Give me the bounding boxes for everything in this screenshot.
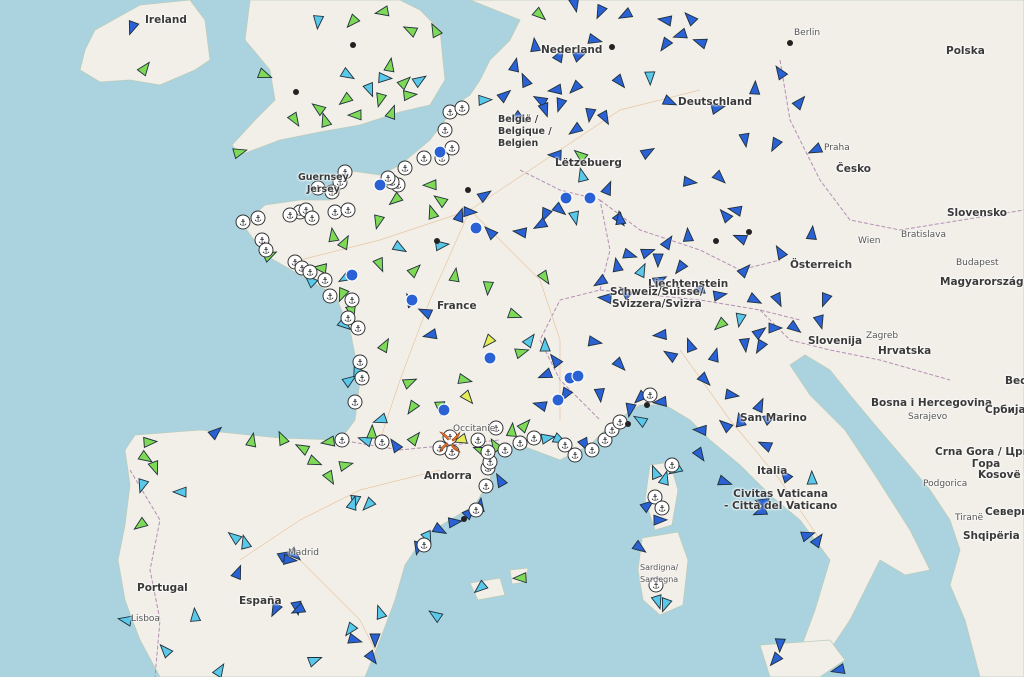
- anchor-glyph-icon: ⚓: [608, 427, 616, 437]
- black-dot-marker[interactable]: [350, 42, 356, 48]
- anchor-glyph-icon: ⚓: [314, 185, 322, 195]
- stationary-vessel-marker[interactable]: [405, 293, 419, 307]
- stationary-vessel-marker[interactable]: [469, 221, 483, 235]
- black-dot-marker[interactable]: [713, 238, 719, 244]
- anchor-glyph-icon: ⚓: [484, 449, 492, 459]
- map-viewport[interactable]: ⚓ ⚓ ⚓ ⚓ ⚓ ⚓ ⚓ ⚓ ⚓ ⚓ ⚓ ⚓ ⚓ ⚓ ⚓ ⚓ ⚓ ⚓ ⚓ ⚓ ⚓ ⚓ ⚓ ⚓ ⚓ ⚓ ⚓ ⚓ ⚓ ⚓ ⚓ ⚓ ⚓ ⚓ ⚓ ⚓ ⚓ ⚓ ⚓ ⚓…: [0, 0, 1024, 677]
- anchor-glyph-icon: ⚓: [358, 375, 366, 385]
- anchor-glyph-icon: ⚓: [401, 165, 409, 175]
- anchor-glyph-icon: ⚓: [338, 437, 346, 447]
- stationary-vessel-marker[interactable]: [571, 369, 585, 383]
- anchor-glyph-icon: ⚓: [588, 447, 596, 457]
- anchor-glyph-icon: ⚓: [482, 483, 490, 493]
- anchor-glyph-icon: ⚓: [348, 297, 356, 307]
- balearic-land: [469, 567, 529, 601]
- black-dot-marker[interactable]: [293, 89, 299, 95]
- stationary-vessel-marker[interactable]: [551, 393, 565, 407]
- anchor-glyph-icon: ⚓: [321, 277, 329, 287]
- anchor-glyph-icon: ⚓: [601, 437, 609, 447]
- anchor-glyph-icon: ⚓: [351, 399, 359, 409]
- stationary-vessel-marker[interactable]: [583, 191, 597, 205]
- vessel-arrow-marker[interactable]: [753, 495, 770, 510]
- vessel-arrow-marker[interactable]: [631, 412, 649, 429]
- anchor-glyph-icon: ⚓: [331, 209, 339, 219]
- black-dot-marker[interactable]: [609, 44, 615, 50]
- black-dot-marker[interactable]: [746, 229, 752, 235]
- anchor-glyph-icon: ⚓: [448, 145, 456, 155]
- anchor-glyph-icon: ⚓: [658, 505, 666, 515]
- black-dot-marker[interactable]: [787, 40, 793, 46]
- stationary-vessel-marker[interactable]: [345, 268, 359, 282]
- black-dot-marker[interactable]: [465, 187, 471, 193]
- anchor-glyph-icon: ⚓: [646, 392, 654, 402]
- anchor-glyph-icon: ⚓: [530, 435, 538, 445]
- anchor-glyph-icon: ⚓: [446, 109, 454, 119]
- anchor-glyph-icon: ⚓: [472, 507, 480, 517]
- stationary-vessel-marker[interactable]: [483, 351, 497, 365]
- anchor-glyph-icon: ⚓: [501, 447, 509, 457]
- anchor-glyph-icon: ⚓: [420, 542, 428, 552]
- anchor-glyph-icon: ⚓: [239, 219, 247, 229]
- vessel-arrow-marker[interactable]: [426, 607, 444, 624]
- anchor-glyph-icon: ⚓: [328, 189, 336, 199]
- stationary-vessel-marker[interactable]: [559, 191, 573, 205]
- anchor-glyph-icon: ⚓: [344, 207, 352, 217]
- vessel-arrow-marker[interactable]: [116, 614, 133, 627]
- anchor-glyph-icon: ⚓: [474, 437, 482, 447]
- anchor-glyph-icon: ⚓: [326, 293, 334, 303]
- anchor-glyph-icon: ⚓: [308, 215, 316, 225]
- anchor-glyph-icon: ⚓: [354, 325, 362, 335]
- anchor-glyph-icon: ⚓: [356, 359, 364, 369]
- vessel-arrow-marker[interactable]: [691, 446, 708, 463]
- black-dot-marker[interactable]: [461, 516, 467, 522]
- anchor-glyph-icon: ⚓: [616, 419, 624, 429]
- anchor-glyph-icon: ⚓: [306, 269, 314, 279]
- anchor-glyph-icon: ⚓: [344, 315, 352, 325]
- anchor-glyph-icon: ⚓: [441, 127, 449, 137]
- stationary-vessel-marker[interactable]: [373, 178, 387, 192]
- stationary-vessel-marker[interactable]: [437, 403, 451, 417]
- anchor-glyph-icon: ⚓: [516, 440, 524, 450]
- anchor-glyph-icon: ⚓: [486, 459, 494, 469]
- black-dot-marker[interactable]: [644, 402, 650, 408]
- anchor-glyph-icon: ⚓: [571, 452, 579, 462]
- map-canvas[interactable]: ⚓⚓ ⚓⚓⚓⚓⚓⚓⚓⚓⚓ ⚓⚓ ⚓⚓⚓ ⚓⚓ ⚓⚓⚓⚓⚓ ⚓⚓⚓ ⚓⚓⚓⚓⚓⚓⚓ ⚓⚓ ⚓⚓⚓⚓⚓…: [0, 0, 1024, 677]
- anchor-glyph-icon: ⚓: [652, 582, 660, 592]
- vessel-arrow-marker[interactable]: [717, 474, 734, 489]
- black-dot-marker[interactable]: [434, 238, 440, 244]
- anchor-glyph-icon: ⚓: [561, 442, 569, 452]
- anchor-glyph-icon: ⚓: [262, 247, 270, 257]
- anchor-glyph-icon: ⚓: [458, 105, 466, 115]
- anchor-glyph-icon: ⚓: [286, 212, 294, 222]
- vessel-arrow-marker[interactable]: [492, 471, 509, 489]
- black-dot-marker[interactable]: [625, 421, 631, 427]
- stationary-vessel-marker[interactable]: [433, 145, 447, 159]
- continent-land: [117, 0, 1024, 677]
- anchor-glyph-icon: ⚓: [420, 155, 428, 165]
- anchor-glyph-icon: ⚓: [254, 215, 262, 225]
- anchor-glyph-icon: ⚓: [378, 439, 386, 449]
- anchor-glyph-icon: ⚓: [492, 425, 500, 435]
- anchor-glyph-icon: ⚓: [668, 462, 676, 472]
